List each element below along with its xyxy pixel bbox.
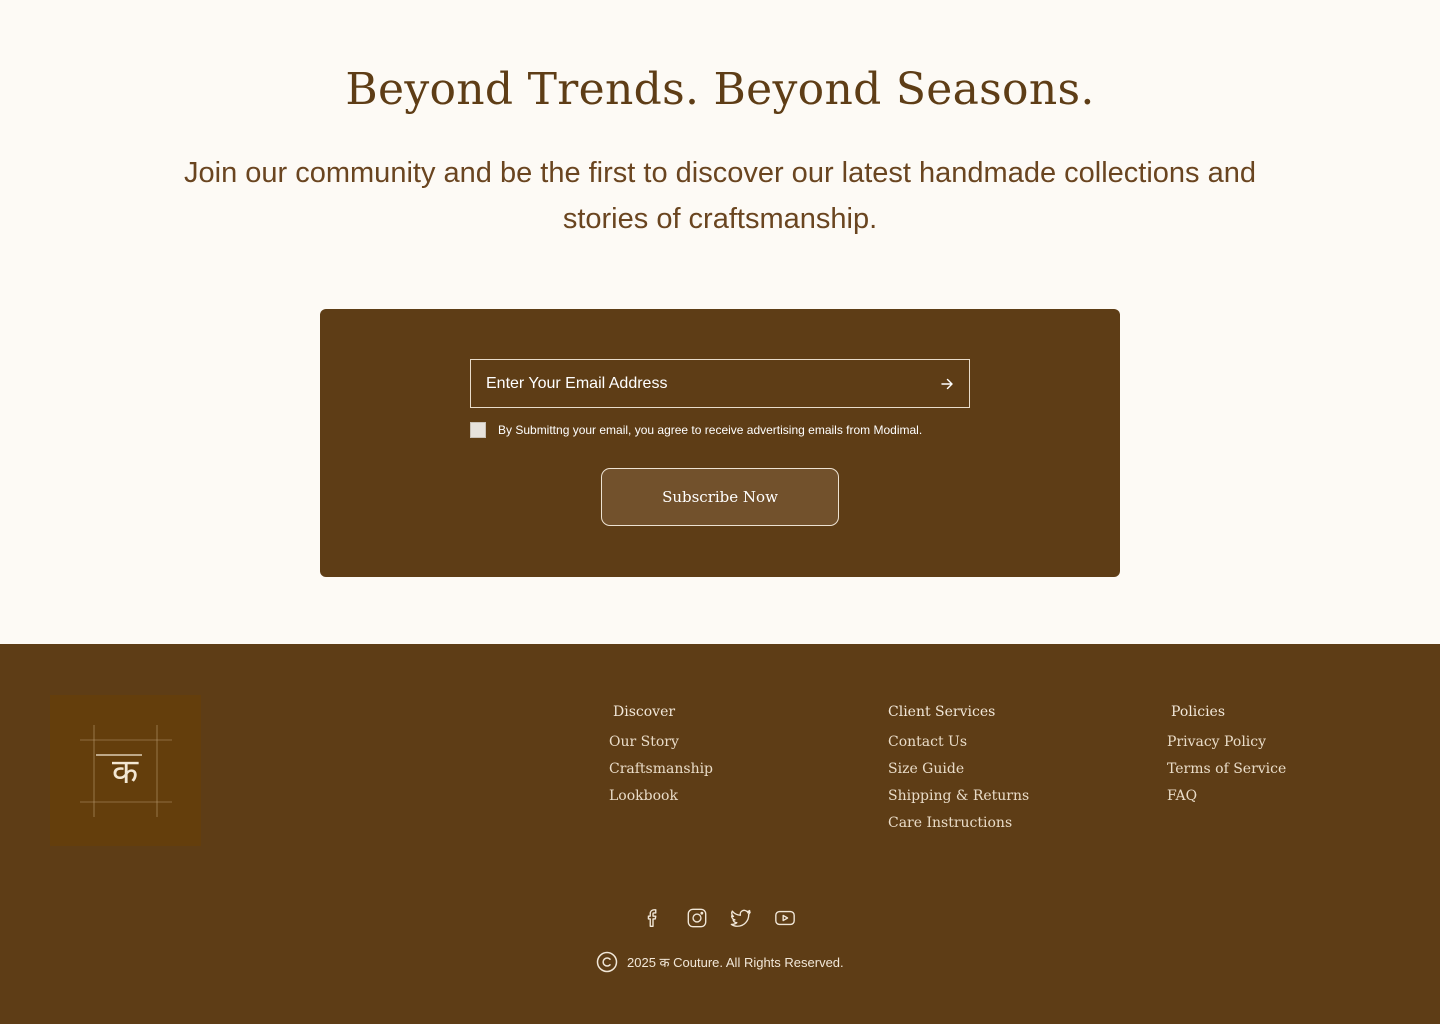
logo-glyph: क — [112, 752, 139, 792]
newsletter-section: Beyond Trends. Beyond Seasons. Join our … — [0, 0, 1440, 644]
site-footer: क Discover Our Story Craftsmanship Lookb… — [0, 644, 1440, 1024]
footer-link-privacy-policy[interactable]: Privacy Policy — [1167, 733, 1286, 760]
footer-heading-discover: Discover — [613, 704, 676, 720]
footer-link-size-guide[interactable]: Size Guide — [888, 760, 1029, 787]
consent-text: By Submittng your email, you agree to re… — [498, 423, 923, 437]
footer-column-client-services: Client Services Contact Us Size Guide Sh… — [888, 704, 1029, 841]
consent-row: By Submittng your email, you agree to re… — [470, 422, 922, 438]
youtube-icon[interactable] — [773, 906, 797, 930]
copyright-text: 2025 क Couture. All Rights Reserved. — [627, 955, 844, 970]
footer-column-discover: Discover Our Story Craftsmanship Lookboo… — [609, 704, 713, 814]
hero-subtitle: Join our community and be the first to d… — [184, 157, 1256, 235]
footer-link-lookbook[interactable]: Lookbook — [609, 787, 713, 814]
footer-link-faq[interactable]: FAQ — [1167, 787, 1286, 814]
footer-link-our-story[interactable]: Our Story — [609, 733, 713, 760]
footer-link-shipping-returns[interactable]: Shipping & Returns — [888, 787, 1029, 814]
footer-column-policies: Policies Privacy Policy Terms of Service… — [1167, 704, 1286, 814]
consent-checkbox[interactable] — [470, 422, 486, 438]
twitter-icon[interactable] — [729, 906, 753, 930]
subscribe-button[interactable]: Subscribe Now — [601, 468, 839, 526]
footer-link-care-instructions[interactable]: Care Instructions — [888, 814, 1029, 841]
email-input[interactable] — [471, 360, 911, 407]
instagram-icon[interactable] — [685, 906, 709, 930]
newsletter-card: By Submittng your email, you agree to re… — [320, 309, 1120, 577]
footer-heading-policies: Policies — [1171, 704, 1226, 720]
footer-link-contact-us[interactable]: Contact Us — [888, 733, 1029, 760]
social-links — [641, 906, 797, 930]
copyright: 2025 क Couture. All Rights Reserved. — [596, 951, 844, 973]
copyright-icon — [596, 951, 618, 973]
footer-heading-client-services: Client Services — [888, 704, 996, 720]
brand-logo[interactable]: क — [50, 695, 201, 846]
hero-title: Beyond Trends. Beyond Seasons. — [345, 64, 1095, 115]
footer-link-terms-of-service[interactable]: Terms of Service — [1167, 760, 1286, 787]
footer-link-craftsmanship[interactable]: Craftsmanship — [609, 760, 713, 787]
email-field-wrapper — [470, 359, 970, 408]
facebook-icon[interactable] — [641, 906, 665, 930]
arrow-right-icon[interactable] — [935, 372, 959, 396]
